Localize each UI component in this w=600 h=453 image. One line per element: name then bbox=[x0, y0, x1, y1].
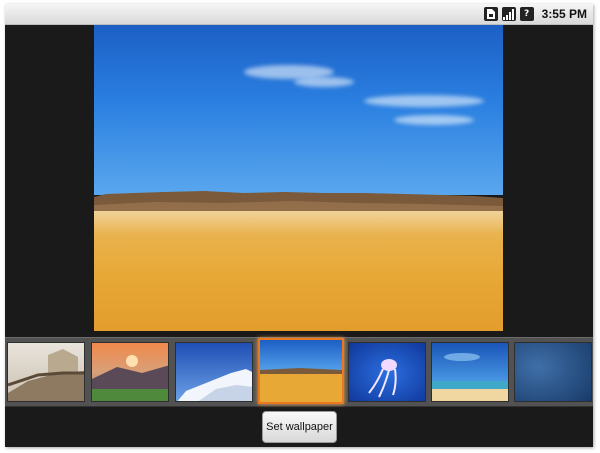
thumbnail-desert[interactable] bbox=[258, 338, 344, 404]
thumbnail-great-wall[interactable] bbox=[7, 342, 85, 402]
thumbnail-jellyfish[interactable] bbox=[348, 342, 426, 402]
wallpaper-preview-image bbox=[94, 25, 503, 331]
preview-sky bbox=[94, 25, 503, 195]
cloud-shape bbox=[294, 77, 354, 87]
help-icon: ? bbox=[519, 7, 534, 21]
status-clock: 3:55 PM bbox=[541, 7, 587, 21]
wallpaper-gallery-strip[interactable] bbox=[5, 337, 593, 407]
android-wallpaper-picker: ? 3:55 PM Set wallpaper bbox=[5, 4, 593, 447]
thumbnail-blue-gradient[interactable] bbox=[514, 342, 592, 402]
cloud-shape bbox=[394, 115, 474, 125]
thumbnail-sunset-mountains[interactable] bbox=[91, 342, 169, 402]
thumbnail-beach-sky[interactable] bbox=[431, 342, 509, 402]
set-wallpaper-button[interactable]: Set wallpaper bbox=[262, 411, 337, 443]
sim-card-icon bbox=[483, 7, 498, 21]
status-icons: ? 3:55 PM bbox=[483, 6, 587, 22]
status-bar: ? 3:55 PM bbox=[5, 4, 593, 25]
thumbnail-snowy-peaks[interactable] bbox=[175, 342, 253, 402]
cloud-shape bbox=[364, 95, 484, 107]
preview-desert-ground bbox=[94, 211, 503, 331]
signal-icon bbox=[501, 7, 516, 21]
